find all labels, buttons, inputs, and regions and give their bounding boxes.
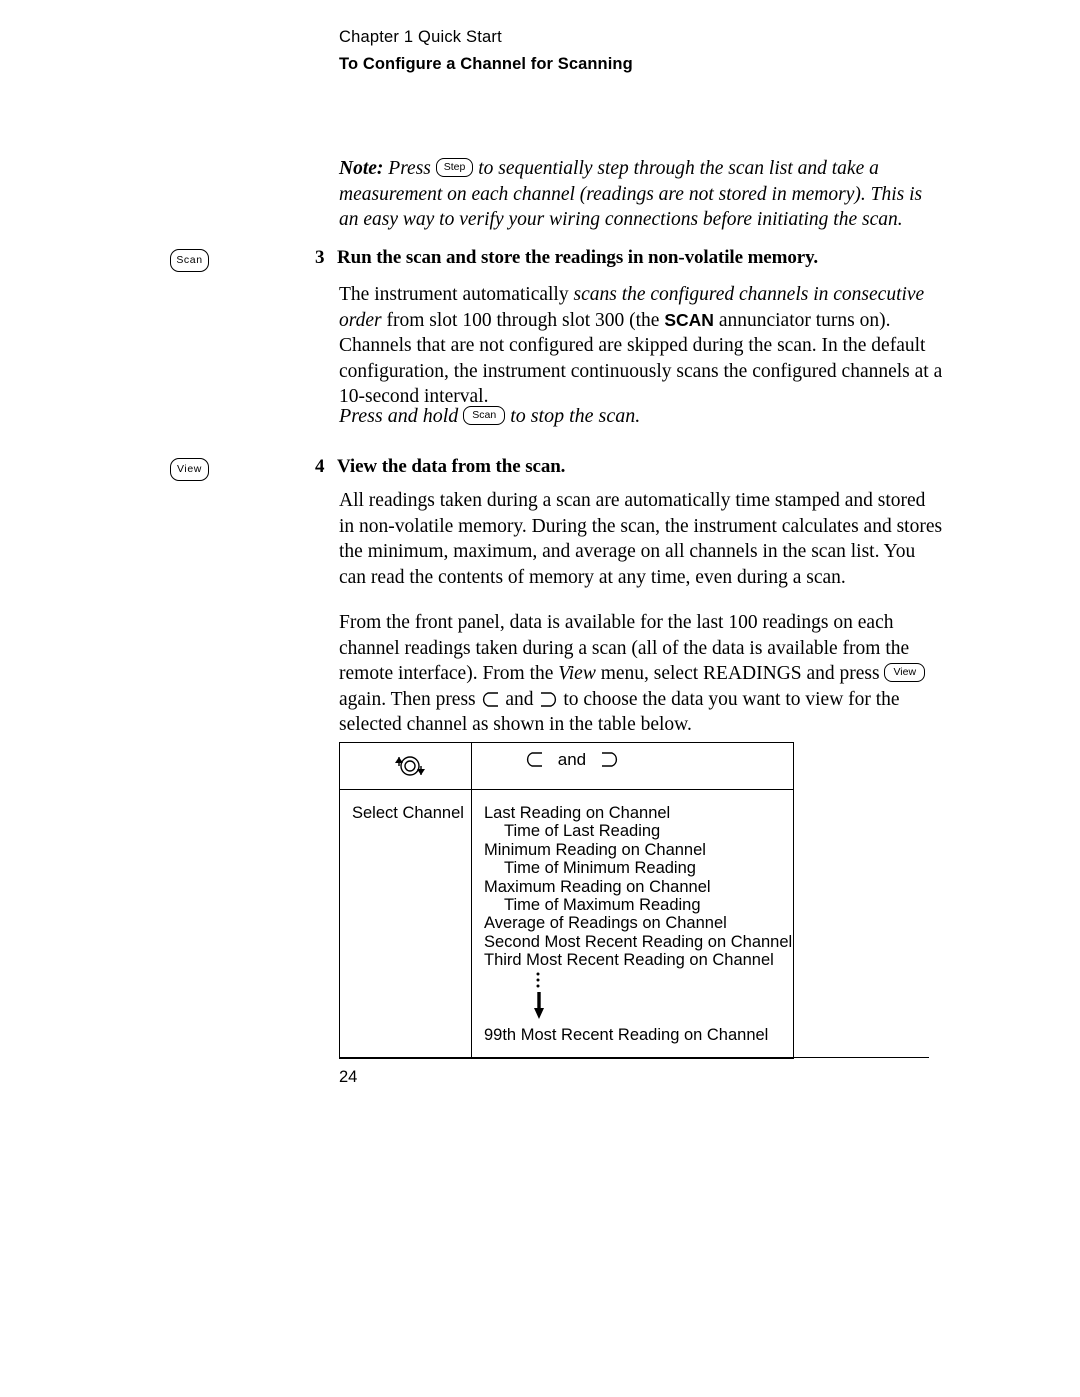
right-arrow-key-icon: [538, 689, 558, 710]
note-text-before: Press: [383, 158, 436, 179]
left-arrow-key-icon: [525, 750, 545, 769]
table-body-left-cell: Select Channel: [340, 790, 472, 1059]
step-3-heading-row: 3 Run the scan and store the readings in…: [315, 247, 818, 269]
list-item: Last Reading on Channel: [484, 804, 671, 822]
step-3-number: 3: [315, 247, 325, 268]
step-4-heading: View the data from the scan.: [337, 456, 566, 477]
list-item: 99th Most Recent Reading on Channel: [484, 1025, 769, 1044]
header-chapter: Chapter 1 Quick Start: [339, 28, 502, 46]
arrow-keys-group: and: [525, 750, 619, 770]
readings-list: Last Reading on Channel Time of Last Rea…: [472, 804, 793, 970]
list-item: Time of Maximum Reading: [504, 896, 701, 915]
step-4-body-1: All readings taken during a scan are aut…: [339, 490, 943, 588]
view-key-icon: View: [884, 662, 926, 683]
step-4-body-2-b: menu, select READINGS and press: [595, 663, 885, 685]
step-3-heading: Run the scan and store the readings in n…: [337, 247, 819, 268]
note-block: Note: Press Step to sequentially step th…: [339, 156, 939, 233]
table-body-row: Select Channel Last Reading on Channel T…: [340, 790, 793, 1059]
page-title: To Configure a Channel for Scanning: [339, 55, 633, 73]
step-4-body-2-d: and: [500, 688, 539, 710]
vertical-ellipsis-icon: [535, 972, 541, 990]
footer-rule: [339, 1057, 929, 1059]
margin-key-view: View: [170, 458, 209, 481]
view-menu-italic: View: [558, 663, 596, 685]
margin-key-scan: Scan: [170, 249, 209, 272]
step-4-body-2-c: again. Then press: [339, 688, 481, 710]
table-header-row: and: [340, 743, 793, 790]
scan-key-icon: Scan: [463, 405, 506, 426]
table-header-and-label: and: [557, 750, 587, 769]
list-item: Minimum Reading on Channel: [484, 840, 706, 859]
select-channel-label: Select Channel: [352, 804, 464, 822]
note-label: Note:: [339, 158, 384, 179]
down-arrow-icon: [534, 991, 544, 1025]
table-header-right-cell: and: [472, 743, 793, 789]
list-item: Time of Minimum Reading: [504, 859, 696, 878]
right-arrow-key-icon: [599, 750, 619, 769]
step-4-number: 4: [315, 456, 325, 477]
list-item: Maximum Reading on Channel: [484, 877, 711, 896]
continuation-indicator: [472, 970, 793, 1026]
step-4-heading-row: 4 View the data from the scan.: [315, 456, 565, 478]
readings-list-tail: 99th Most Recent Reading on Channel: [472, 1026, 793, 1044]
press-and-hold-before: Press and hold: [339, 405, 464, 427]
step-3-body: The instrument automatically scans the c…: [339, 282, 944, 410]
readings-table: and Select Channel Last Reading on Chann…: [339, 742, 794, 1060]
left-arrow-key-icon: [481, 689, 501, 710]
step-3-body-part2: from slot 100 through slot 300 (the: [381, 309, 665, 331]
step-key-icon: Step: [435, 157, 474, 178]
scan-annunciator-label: SCAN: [664, 309, 714, 330]
step-4-body-2: From the front panel, data is available …: [339, 610, 947, 738]
press-and-hold-line: Press and hold Scan to stop the scan.: [339, 405, 640, 428]
list-item: Second Most Recent Reading on Channel: [484, 932, 793, 951]
press-and-hold-after: to stop the scan.: [505, 405, 641, 427]
list-item: Average of Readings on Channel: [484, 914, 727, 933]
table-body-right-cell: Last Reading on Channel Time of Last Rea…: [472, 790, 793, 1058]
step-3-body-part1: The instrument automatically: [339, 284, 574, 305]
list-item: Third Most Recent Reading on Channel: [484, 951, 774, 970]
table-header-left-cell: [340, 743, 472, 789]
list-item: Time of Last Reading: [504, 822, 661, 841]
rotary-knob-icon: [379, 752, 441, 780]
document-page: Chapter 1 Quick Start To Configure a Cha…: [0, 0, 1080, 1397]
page-number: 24: [339, 1068, 358, 1086]
